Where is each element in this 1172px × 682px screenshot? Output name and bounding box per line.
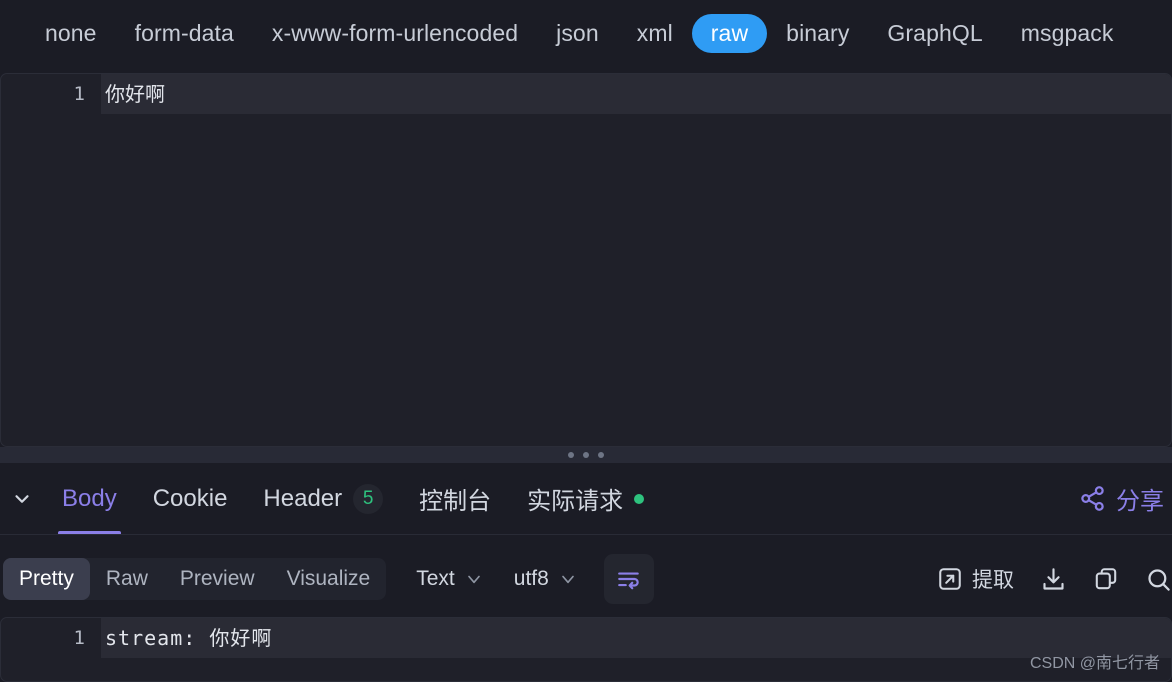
extract-label: 提取	[972, 569, 1014, 592]
body-type-tab-msgpack[interactable]: msgpack	[1002, 14, 1133, 53]
search-icon	[1145, 566, 1172, 593]
request-body-editor[interactable]: 1 你好啊	[0, 73, 1172, 447]
word-wrap-toggle-button[interactable]	[603, 554, 654, 604]
format-select-value: Text	[416, 567, 455, 590]
copy-icon	[1093, 566, 1119, 592]
body-type-tab-none[interactable]: none	[26, 14, 116, 53]
word-wrap-icon	[616, 566, 642, 592]
view-mode-pretty[interactable]: Pretty	[3, 558, 90, 600]
view-mode-segmented-control: Pretty Raw Preview Visualize	[3, 558, 387, 600]
response-tab-cookie[interactable]: Cookie	[135, 463, 246, 534]
body-type-tab-raw[interactable]: raw	[691, 14, 768, 53]
download-icon	[1040, 566, 1067, 593]
header-count-badge: 5	[353, 483, 384, 514]
search-button[interactable]	[1145, 566, 1172, 593]
response-tab-bar: Body Cookie Header 5 控制台 实际请求 分享	[0, 463, 1172, 535]
copy-button[interactable]	[1093, 566, 1119, 592]
body-type-tab-graphql[interactable]: GraphQL	[868, 14, 1001, 53]
body-type-tab-bar: none form-data x-www-form-urlencoded jso…	[0, 0, 1172, 67]
response-tab-console[interactable]: 控制台	[401, 463, 509, 534]
response-tab-header-label: Header	[263, 484, 343, 512]
drag-dots-icon	[568, 452, 604, 458]
response-tab-actual-request[interactable]: 实际请求	[509, 463, 662, 534]
response-toolbar: Pretty Raw Preview Visualize Text utf8 提…	[0, 549, 1172, 609]
share-label: 分享	[1116, 488, 1164, 515]
encoding-select-value: utf8	[513, 567, 549, 590]
response-line-number: 1	[73, 627, 85, 649]
panel-resize-handle[interactable]	[0, 447, 1172, 463]
body-type-tab-urlencoded[interactable]: x-www-form-urlencoded	[253, 14, 537, 53]
response-tab-body-label: Body	[62, 484, 117, 512]
download-button[interactable]	[1040, 566, 1067, 593]
request-editor-line: 1 你好啊	[1, 74, 1171, 114]
response-tab-header[interactable]: Header 5	[245, 463, 401, 534]
extract-button[interactable]: 提取	[937, 564, 1014, 594]
response-tab-cookie-label: Cookie	[152, 484, 228, 512]
response-body-line: 1 stream: 你好啊	[1, 618, 1171, 658]
share-icon	[1079, 485, 1106, 512]
view-mode-preview[interactable]: Preview	[164, 558, 271, 600]
response-tab-console-label: 控制台	[419, 488, 492, 515]
format-select[interactable]: Text	[416, 567, 484, 591]
extract-icon	[937, 566, 963, 592]
response-body-content: stream: 你好啊	[101, 618, 1171, 658]
request-editor-content[interactable]: 你好啊	[101, 74, 1171, 114]
view-mode-visualize[interactable]: Visualize	[271, 558, 387, 600]
body-type-tab-json[interactable]: json	[537, 14, 618, 53]
response-tab-body[interactable]: Body	[44, 463, 135, 534]
share-button[interactable]: 分享	[1079, 481, 1172, 516]
body-type-tab-xml[interactable]: xml	[618, 14, 692, 53]
chevron-down-icon	[464, 569, 484, 589]
chevron-down-icon	[558, 569, 578, 589]
body-type-tab-form-data[interactable]: form-data	[116, 14, 253, 53]
view-mode-raw[interactable]: Raw	[90, 558, 164, 600]
response-tab-actual-request-label: 实际请求	[527, 488, 624, 515]
encoding-select[interactable]: utf8	[514, 567, 578, 591]
response-body-viewer[interactable]: 1 stream: 你好啊	[0, 617, 1172, 682]
body-type-tab-binary[interactable]: binary	[767, 14, 868, 53]
chevron-down-icon	[11, 488, 33, 510]
actual-request-status-dot	[634, 493, 645, 504]
request-line-number: 1	[73, 83, 85, 105]
collapse-panel-button[interactable]	[0, 488, 44, 510]
